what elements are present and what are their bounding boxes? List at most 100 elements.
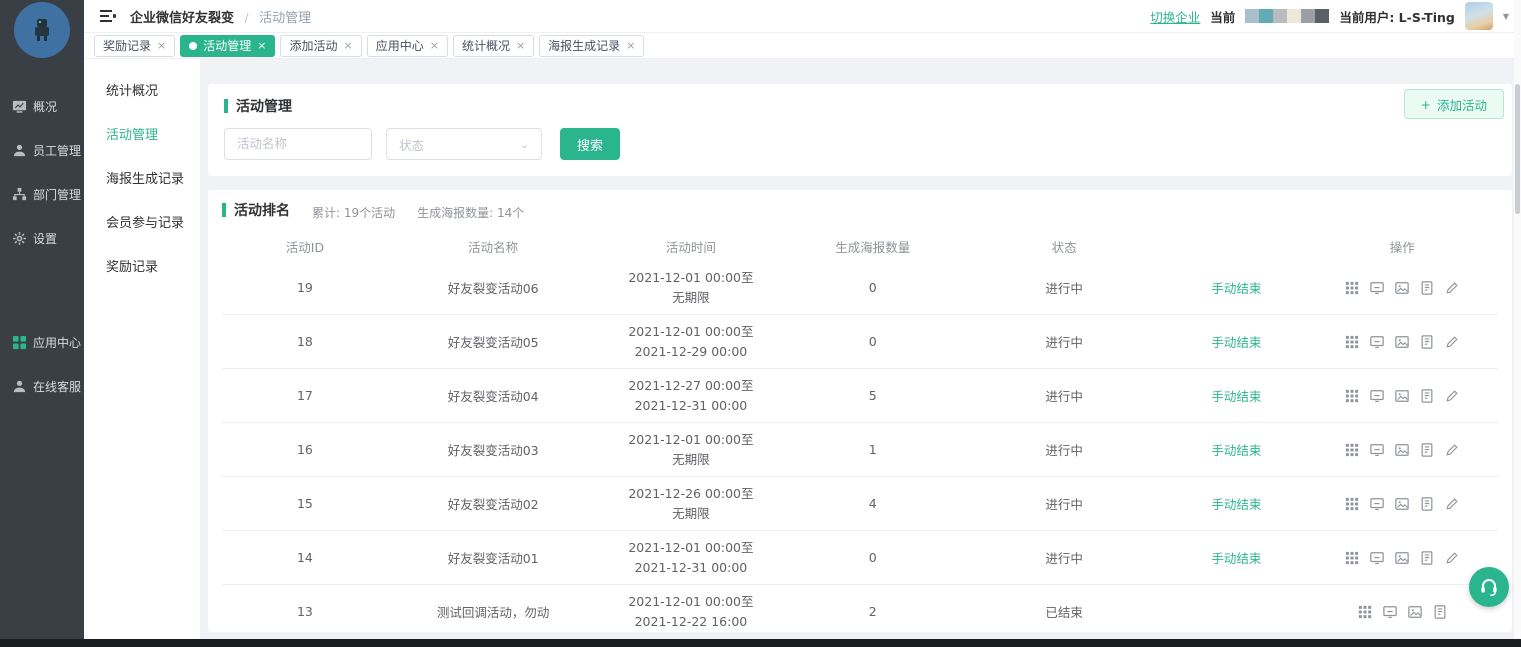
monitor-icon[interactable] bbox=[1370, 497, 1384, 511]
cell-activity-id: 13 bbox=[222, 604, 388, 619]
tab-app-center[interactable]: 应用中心 × bbox=[367, 35, 448, 57]
edit-icon[interactable] bbox=[1445, 497, 1459, 511]
add-activity-button[interactable]: + 添加活动 bbox=[1404, 89, 1505, 119]
grid-icon[interactable] bbox=[1345, 551, 1359, 565]
table-body: 19好友裂变活动062021-12-01 00:00至无期限0进行中手动结束18… bbox=[222, 261, 1498, 632]
poster-icon[interactable] bbox=[1420, 497, 1434, 511]
scrollbar[interactable] bbox=[1514, 0, 1521, 647]
cell-status: 进行中 bbox=[962, 440, 1166, 459]
sidebar-item-employees[interactable]: 员工管理 bbox=[0, 128, 84, 172]
tab-poster-records[interactable]: 海报生成记录 × bbox=[539, 35, 644, 57]
close-icon[interactable]: × bbox=[157, 40, 166, 51]
grid-icon[interactable] bbox=[1345, 497, 1359, 511]
close-icon[interactable]: × bbox=[257, 40, 266, 51]
poster-icon[interactable] bbox=[1433, 605, 1447, 619]
tab-statistics-overview[interactable]: 统计概况 × bbox=[453, 35, 534, 57]
collapse-menu-icon[interactable] bbox=[100, 9, 116, 23]
monitor-icon[interactable] bbox=[1370, 389, 1384, 403]
edit-icon[interactable] bbox=[1445, 443, 1459, 457]
sidebar-item-online-service[interactable]: 在线客服 bbox=[0, 364, 84, 408]
monitor-icon[interactable] bbox=[1370, 443, 1384, 457]
monitor-icon[interactable] bbox=[1370, 551, 1384, 565]
ranking-card: 活动排名 累计: 19个活动 生成海报数量: 14个 活动ID 活动名称 活动时… bbox=[208, 190, 1512, 632]
image-icon[interactable] bbox=[1395, 389, 1409, 403]
grid-icon[interactable] bbox=[1345, 443, 1359, 457]
manual-end-link[interactable]: 手动结束 bbox=[1211, 443, 1261, 458]
switch-company-link[interactable]: 切换企业 bbox=[1150, 7, 1200, 26]
sidebar-item-overview[interactable]: 概况 bbox=[0, 84, 84, 128]
sidebar-item-settings[interactable]: 设置 bbox=[0, 216, 84, 260]
submenu-item-reward-records[interactable]: 奖励记录 bbox=[84, 243, 200, 287]
submenu-item-statistics[interactable]: 统计概况 bbox=[84, 67, 200, 111]
app-logo[interactable] bbox=[14, 2, 70, 58]
top-bar-right: 切换企业 当前 当前用户: L-S-Ting ▼ bbox=[1150, 2, 1509, 30]
ranking-title-group: 活动排名 bbox=[222, 200, 290, 220]
tab-reward-records[interactable]: 奖励记录 × bbox=[94, 35, 175, 57]
poster-icon[interactable] bbox=[1420, 281, 1434, 295]
sidebar-item-label: 在线客服 bbox=[33, 378, 81, 395]
customer-service-button[interactable] bbox=[1469, 567, 1509, 607]
sidebar-item-app-center[interactable]: 应用中心 bbox=[0, 320, 84, 364]
close-icon[interactable]: × bbox=[343, 40, 352, 51]
image-icon[interactable] bbox=[1395, 551, 1409, 565]
section-accent-bar bbox=[222, 203, 226, 217]
user-dropdown-caret-icon[interactable]: ▼ bbox=[1503, 12, 1509, 21]
manual-end-link[interactable]: 手动结束 bbox=[1211, 389, 1261, 404]
edit-icon[interactable] bbox=[1445, 389, 1459, 403]
tab-add-activity[interactable]: 添加活动 × bbox=[280, 35, 361, 57]
manual-end-link[interactable]: 手动结束 bbox=[1211, 281, 1261, 296]
status-select[interactable]: 状态 ⌄ bbox=[386, 128, 542, 160]
monitor-icon[interactable] bbox=[1370, 335, 1384, 349]
grid-icon[interactable] bbox=[1345, 389, 1359, 403]
manual-end-link[interactable]: 手动结束 bbox=[1211, 551, 1261, 566]
sidebar-item-departments[interactable]: 部门管理 bbox=[0, 172, 84, 216]
chevron-down-icon: ⌄ bbox=[520, 138, 529, 151]
edit-icon[interactable] bbox=[1445, 335, 1459, 349]
grid-icon[interactable] bbox=[1345, 335, 1359, 349]
user-avatar[interactable] bbox=[1465, 2, 1493, 30]
image-icon[interactable] bbox=[1395, 497, 1409, 511]
image-icon[interactable] bbox=[1395, 335, 1409, 349]
poster-icon[interactable] bbox=[1420, 389, 1434, 403]
close-icon[interactable]: × bbox=[626, 40, 635, 51]
grid-icon[interactable] bbox=[1358, 605, 1372, 619]
cell-poster-count: 0 bbox=[783, 550, 962, 565]
sidebar-item-label: 应用中心 bbox=[33, 334, 81, 351]
cell-activity-name: 好友裂变活动06 bbox=[388, 278, 599, 297]
manual-end-link[interactable]: 手动结束 bbox=[1211, 335, 1261, 350]
close-icon[interactable]: × bbox=[430, 40, 439, 51]
breadcrumb-separator: / bbox=[245, 11, 249, 25]
poster-icon[interactable] bbox=[1420, 551, 1434, 565]
image-icon[interactable] bbox=[1408, 605, 1422, 619]
submenu-item-poster-records[interactable]: 海报生成记录 bbox=[84, 155, 200, 199]
close-icon[interactable]: × bbox=[516, 40, 525, 51]
image-icon[interactable] bbox=[1395, 443, 1409, 457]
department-icon bbox=[12, 187, 27, 202]
redacted-company-name bbox=[1245, 9, 1329, 23]
edit-icon[interactable] bbox=[1445, 281, 1459, 295]
poster-icon[interactable] bbox=[1420, 335, 1434, 349]
cell-actions bbox=[1307, 551, 1498, 565]
submenu-item-activity-management[interactable]: 活动管理 bbox=[84, 111, 200, 155]
image-icon[interactable] bbox=[1395, 281, 1409, 295]
active-tab-dot bbox=[189, 42, 197, 50]
monitor-icon[interactable] bbox=[1383, 605, 1397, 619]
monitor-icon[interactable] bbox=[1370, 281, 1384, 295]
poster-icon[interactable] bbox=[1420, 443, 1434, 457]
primary-sidebar: 概况 员工管理 部门管理 bbox=[0, 0, 84, 647]
activity-name-input[interactable] bbox=[224, 128, 372, 160]
submenu-item-member-participation[interactable]: 会员参与记录 bbox=[84, 199, 200, 243]
col-activity-time: 活动时间 bbox=[598, 237, 783, 256]
edit-icon[interactable] bbox=[1445, 551, 1459, 565]
cell-activity-time: 2021-12-01 00:00至无期限 bbox=[598, 430, 783, 470]
scrollbar-thumb[interactable] bbox=[1515, 84, 1520, 214]
grid-icon[interactable] bbox=[1345, 281, 1359, 295]
cell-manual-end: 手动结束 bbox=[1166, 278, 1306, 297]
col-status: 状态 bbox=[962, 237, 1166, 256]
cell-activity-name: 好友裂变活动05 bbox=[388, 332, 599, 351]
tab-activity-management[interactable]: 活动管理 × bbox=[180, 35, 275, 57]
manual-end-link[interactable]: 手动结束 bbox=[1211, 497, 1261, 512]
cell-actions bbox=[1307, 605, 1498, 619]
cell-activity-name: 好友裂变活动04 bbox=[388, 386, 599, 405]
search-button[interactable]: 搜索 bbox=[560, 128, 620, 160]
